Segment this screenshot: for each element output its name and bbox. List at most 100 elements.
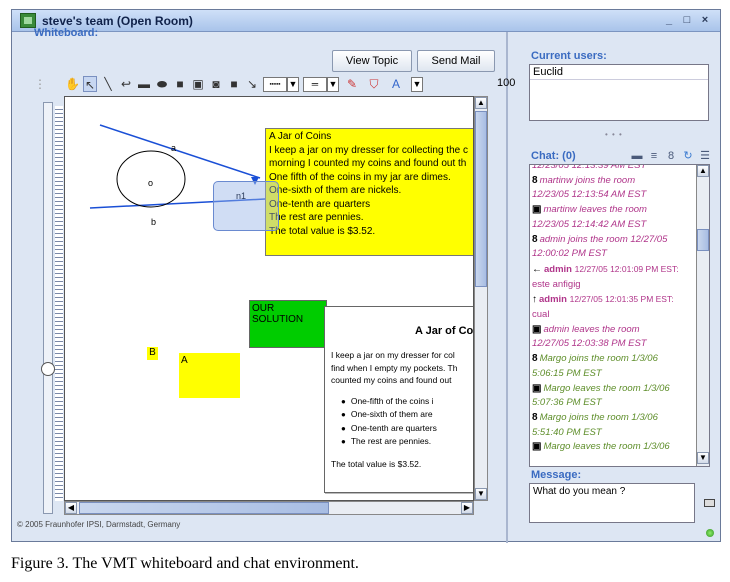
chat-label: Chat: (0) — [531, 150, 576, 162]
send-mail-button[interactable]: Send Mail — [417, 50, 495, 72]
maximize-button[interactable]: □ — [680, 14, 694, 28]
pointer-icon[interactable]: ✋ — [65, 76, 80, 92]
scroll-down-icon[interactable]: ▼ — [697, 452, 709, 464]
zoom-slider[interactable] — [43, 102, 53, 514]
rectangle-icon[interactable]: ▬ — [137, 76, 151, 92]
paragraph-line: counted my coins and found out — [331, 375, 452, 385]
chat-event: 12/23/05 12:13:39 AM EST — [532, 165, 695, 174]
coins-problem-note[interactable]: A Jar of Coins I keep a jar on my dresse… — [265, 128, 473, 256]
chat-event-text: Margo joins the room 1/3/06 — [539, 411, 658, 423]
vertical-scroll-thumb[interactable] — [475, 111, 487, 287]
chat-username: admin — [539, 294, 567, 306]
send-icon[interactable] — [704, 499, 715, 507]
chat-event-text: 5:06:15 PM EST — [532, 367, 602, 379]
note-line: One-tenth are quarters — [269, 198, 371, 210]
paragraph-line: I keep a jar on my dresser for col — [331, 350, 455, 360]
note-line: morning I counted my coins and found out… — [269, 158, 467, 169]
drawn-line-upper — [99, 124, 261, 179]
scroll-up-icon[interactable]: ▲ — [475, 97, 487, 109]
bullet-item: One-sixth of them are — [341, 408, 473, 422]
chat-event: 8 Margo joins the room 1/3/06 — [532, 411, 695, 426]
chat-user-icon[interactable]: 8 — [664, 150, 678, 162]
scroll-down-icon[interactable]: ▼ — [475, 488, 487, 500]
message-type-icon: ← — [532, 263, 542, 275]
chat-event: ▣ martinw leaves the room — [532, 203, 695, 218]
whiteboard-canvas[interactable]: o a b A Jar of Coins I keep a jar on my … — [64, 96, 474, 501]
user-leave-icon: ▣ — [532, 382, 542, 394]
chat-event: 8 admin joins the room 12/27/05 — [532, 233, 695, 248]
chat-scrollbar[interactable]: ▲ ▼ — [696, 165, 709, 466]
chat-event-text: 12:00:02 PM EST — [532, 248, 607, 260]
line-icon[interactable]: ╲ — [101, 76, 115, 92]
horizontal-scroll-thumb[interactable] — [79, 502, 329, 514]
chat-scroll-thumb[interactable] — [697, 229, 709, 251]
history-ruler — [55, 106, 63, 501]
chat-event: ▣ admin leaves the room — [532, 323, 695, 338]
note-line: One fifth of the coins in my jar are dim… — [269, 171, 451, 183]
user-join-icon: 8 — [532, 233, 538, 245]
chat-message-header: ↑ admin 12/27/05 12:01:35 PM EST: — [532, 292, 695, 308]
arrow-connector-icon[interactable]: ↩ — [119, 76, 133, 92]
square-icon[interactable]: ■ — [227, 76, 241, 92]
chat-event-text: admin joins the room 12/27/05 — [539, 233, 668, 245]
filled-rect-icon[interactable]: ■ — [173, 76, 187, 92]
figure-caption: Figure 3. The VMT whiteboard and chat en… — [11, 555, 359, 572]
bullet-item: One-fifth of the coins i — [341, 395, 473, 409]
connector-icon[interactable]: ↘ — [245, 76, 259, 92]
whiteboard-toolbar: ⋮ ✋ ↖ ╲ ↩ ▬ ⬬ ■ ▣ ◙ ■ ↘ ┅┅ ▼ ═ ▼ ✎ ⛉ A ▼ — [34, 76, 515, 94]
zoom-field[interactable]: 100 — [497, 77, 515, 89]
chat-timestamp: 12/27/05 12:01:09 PM EST: — [574, 263, 679, 274]
webpage-total: The total value is $3.52. — [331, 458, 422, 469]
chat-filter-icon[interactable]: ≡ — [647, 150, 661, 162]
line-style-dropdown[interactable]: ┅┅ — [263, 77, 287, 92]
canvas-vertical-scrollbar[interactable]: ▲ ▼ — [474, 96, 488, 501]
resize-grip-icon[interactable]: • • • — [605, 130, 623, 139]
box-b[interactable]: B — [147, 347, 158, 360]
close-button[interactable]: × — [698, 14, 712, 28]
chat-log[interactable]: 12/23/05 12:13:39 AM EST 8 martinw joins t… — [529, 164, 710, 467]
note-line: The rest are pennies. — [269, 212, 364, 223]
chat-messages: 12/23/05 12:13:39 AM EST 8 martinw joins t… — [530, 165, 697, 455]
pen-color-icon[interactable]: ✎ — [345, 76, 359, 92]
select-icon[interactable]: ↖ — [83, 76, 97, 92]
image-icon[interactable]: ▣ — [191, 76, 205, 92]
zoom-slider-thumb[interactable] — [41, 362, 55, 376]
chat-list-icon[interactable]: ▬ — [630, 150, 644, 162]
chat-event: 5:06:15 PM EST — [532, 367, 695, 382]
line-width-dropdown[interactable]: ═ — [303, 77, 327, 92]
our-solution-box[interactable]: OUR SOLUTION — [249, 300, 327, 348]
embedded-webpage[interactable]: A Jar of Coi I keep a jar on my dresser … — [324, 306, 474, 493]
reference-note[interactable]: n1 — [213, 181, 279, 231]
minimize-button[interactable]: _ — [662, 14, 676, 28]
chat-event-text: Margo joins the room 1/3/06 — [539, 353, 658, 365]
fill-color-icon[interactable]: ⛉ — [367, 76, 381, 92]
chat-username: admin — [544, 263, 572, 275]
user-item[interactable]: Euclid — [530, 65, 708, 80]
ellipse-icon[interactable]: ⬬ — [155, 76, 169, 92]
chat-event: 12/23/05 12:13:54 AM EST — [532, 188, 695, 203]
scroll-up-icon[interactable]: ▲ — [697, 165, 709, 177]
chevron-down-icon[interactable]: ▼ — [287, 77, 299, 92]
text-color-icon[interactable]: A — [389, 76, 403, 92]
chevron-down-icon[interactable]: ▼ — [411, 77, 423, 92]
view-topic-button[interactable]: View Topic — [332, 50, 412, 72]
scroll-left-icon[interactable]: ◀ — [65, 502, 77, 514]
message-input[interactable]: What do you mean ? — [529, 483, 695, 523]
refresh-icon[interactable]: ↻ — [681, 150, 695, 162]
chat-event: 8 Margo joins the room 1/3/06 — [532, 352, 695, 367]
chat-timestamp: 12/27/05 12:01:35 PM EST: — [569, 294, 674, 305]
chat-menu-icon[interactable]: ☰ — [698, 150, 712, 162]
user-leave-icon: ▣ — [532, 323, 542, 335]
box-a[interactable]: A — [179, 353, 240, 398]
scroll-right-icon[interactable]: ▶ — [461, 502, 473, 514]
pane-splitter[interactable] — [506, 32, 508, 543]
chat-event-text: 12/23/05 12:13:54 AM EST — [532, 189, 647, 201]
camera-icon[interactable]: ◙ — [209, 76, 223, 92]
whiteboard-label: Whiteboard: — [34, 27, 99, 39]
note-line: The total value is $3.52. — [269, 225, 376, 237]
chat-event-text: 5:07:36 PM EST — [532, 397, 602, 409]
note-line: A Jar of Coins — [269, 131, 332, 142]
chevron-down-icon[interactable]: ▼ — [327, 77, 339, 92]
webpage-title: A Jar of Coi — [415, 325, 474, 337]
canvas-horizontal-scrollbar[interactable]: ◀ ▶ — [64, 501, 474, 515]
